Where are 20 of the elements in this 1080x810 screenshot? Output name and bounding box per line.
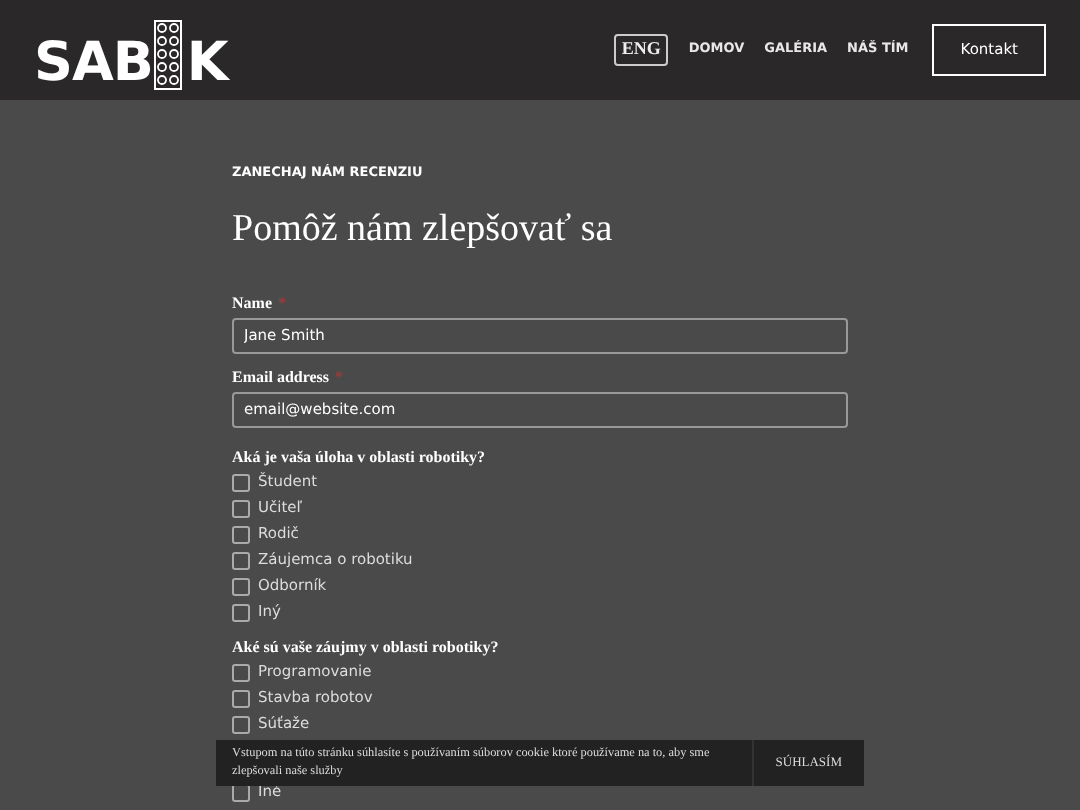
- logo-text[interactable]: K: [186, 35, 228, 89]
- checkbox[interactable]: [232, 473, 250, 492]
- checkbox[interactable]: [232, 663, 250, 682]
- language-link[interactable]: ENG: [613, 34, 669, 66]
- field-label: Email address: [232, 367, 330, 386]
- required-mark: *: [278, 293, 286, 312]
- field-label: Name: [232, 293, 272, 312]
- checkbox[interactable]: [232, 525, 250, 544]
- checkbox[interactable]: [232, 551, 250, 570]
- question-label: Aké sú vaše záujmy v oblasti robotiky?: [232, 637, 501, 658]
- required-mark: *: [335, 367, 344, 386]
- page-heading: Pomôž nám zlepšovať sa: [232, 207, 615, 254]
- logo-text[interactable]: SAB: [34, 35, 153, 89]
- checkbox[interactable]: [232, 603, 250, 622]
- question-label: Aká je vaša úloha v oblasti robotiky?: [232, 447, 488, 468]
- brick-icon: [154, 19, 183, 89]
- checkbox[interactable]: [232, 689, 250, 708]
- checkbox[interactable]: [232, 499, 250, 518]
- checkbox[interactable]: [232, 577, 250, 596]
- checkbox[interactable]: [232, 715, 250, 734]
